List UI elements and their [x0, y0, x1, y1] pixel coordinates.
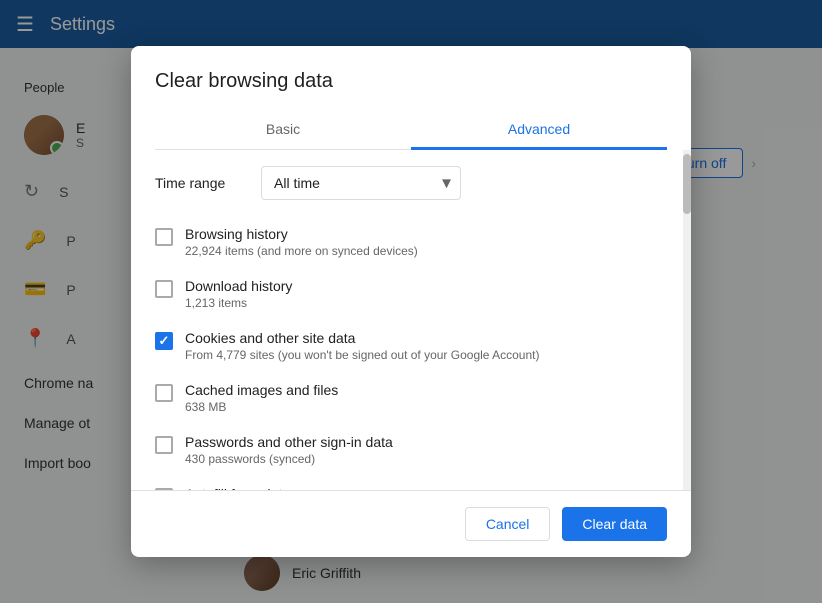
cancel-button[interactable]: Cancel — [465, 507, 551, 541]
checkbox-browsing-history-input[interactable] — [155, 228, 173, 246]
checkbox-download-history-input[interactable] — [155, 280, 173, 298]
time-range-row: Time range All time Last hour Last 24 ho… — [155, 166, 659, 200]
cookies-label: Cookies and other site data — [185, 330, 659, 346]
dialog-tabs: Basic Advanced — [155, 109, 667, 150]
checkbox-download-history: Download history 1,213 items — [155, 268, 659, 320]
checkbox-passwords-input[interactable] — [155, 436, 173, 454]
checkbox-cached: Cached images and files 638 MB — [155, 372, 659, 424]
time-range-select-wrapper[interactable]: All time Last hour Last 24 hours Last 7 … — [261, 166, 461, 200]
checkbox-passwords: Passwords and other sign-in data 430 pas… — [155, 424, 659, 476]
modal-overlay: Clear browsing data Basic Advanced Time … — [0, 0, 822, 603]
browsing-history-label: Browsing history — [185, 226, 659, 242]
passwords-label: Passwords and other sign-in data — [185, 434, 659, 450]
checkbox-autofill: Autofill form data — [155, 476, 659, 490]
time-range-select[interactable]: All time Last hour Last 24 hours Last 7 … — [261, 166, 461, 200]
time-range-label: Time range — [155, 175, 245, 191]
checkbox-browsing-history: Browsing history 22,924 items (and more … — [155, 216, 659, 268]
checkbox-cached-input[interactable] — [155, 384, 173, 402]
dialog-scroll-area: Time range All time Last hour Last 24 ho… — [131, 150, 691, 490]
cached-desc: 638 MB — [185, 400, 659, 414]
checkbox-cookies: ✓ Cookies and other site data From 4,779… — [155, 320, 659, 372]
cookies-desc: From 4,779 sites (you won't be signed ou… — [185, 348, 659, 362]
cached-label: Cached images and files — [185, 382, 659, 398]
clear-browsing-data-dialog: Clear browsing data Basic Advanced Time … — [131, 46, 691, 557]
tab-advanced[interactable]: Advanced — [411, 109, 667, 149]
passwords-desc: 430 passwords (synced) — [185, 452, 659, 466]
download-history-desc: 1,213 items — [185, 296, 659, 310]
tab-basic[interactable]: Basic — [155, 109, 411, 149]
scrollbar-track[interactable] — [683, 150, 691, 490]
download-history-label: Download history — [185, 278, 659, 294]
clear-data-button[interactable]: Clear data — [562, 507, 667, 541]
dialog-footer: Cancel Clear data — [131, 490, 691, 557]
browsing-history-desc: 22,924 items (and more on synced devices… — [185, 244, 659, 258]
scrollbar-thumb[interactable] — [683, 154, 691, 214]
checkmark-icon: ✓ — [159, 333, 170, 349]
dialog-title: Clear browsing data — [131, 46, 691, 109]
dialog-content: Time range All time Last hour Last 24 ho… — [131, 150, 683, 490]
checkbox-cookies-input[interactable]: ✓ — [155, 332, 173, 350]
